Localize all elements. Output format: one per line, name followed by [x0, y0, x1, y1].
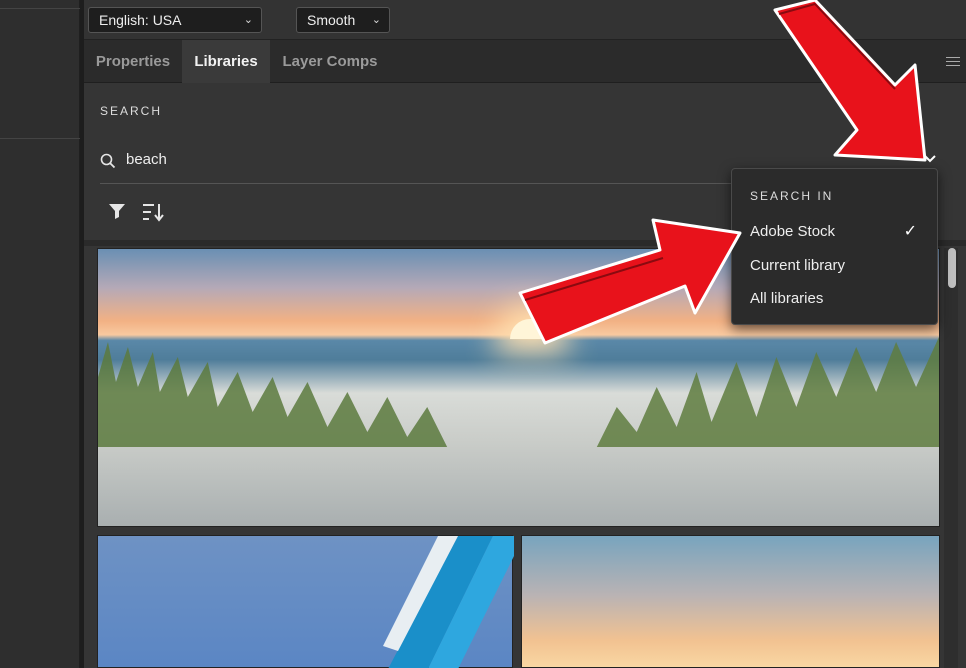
divider — [0, 9, 80, 139]
chevron-down-icon: ⌄ — [371, 14, 381, 26]
panel-tabs: Properties Libraries Layer Comps — [84, 40, 966, 83]
grass-shape — [98, 337, 939, 447]
result-image-sail[interactable] — [97, 535, 514, 668]
result-image-sunset-sea[interactable] — [521, 535, 940, 668]
menu-item-adobe-stock[interactable]: Adobe Stock — [750, 223, 835, 240]
tab-properties[interactable]: Properties — [84, 40, 182, 83]
results-scrollbar[interactable] — [944, 248, 958, 668]
tab-label: Libraries — [194, 53, 258, 70]
tab-layer-comps[interactable]: Layer Comps — [270, 40, 390, 83]
tab-libraries[interactable]: Libraries — [182, 40, 270, 83]
tab-label: Layer Comps — [282, 53, 378, 70]
sail-shape — [383, 536, 514, 668]
photoshop-window: English: USA ⌄ aa Smooth ⌄ Properties Li… — [0, 0, 966, 668]
search-input[interactable] — [126, 151, 726, 168]
sun-shape — [510, 319, 554, 339]
language-select-value: English: USA — [99, 12, 182, 28]
clear-icon[interactable]: × — [903, 149, 912, 166]
chevron-down-icon[interactable] — [924, 150, 936, 166]
workspace-left-strip — [0, 0, 80, 668]
anti-alias-select[interactable]: Smooth ⌄ — [296, 7, 390, 33]
divider — [0, 0, 80, 9]
search-icon — [100, 153, 116, 174]
anti-alias-select-value: Smooth — [307, 12, 356, 28]
filter-icon[interactable] — [108, 202, 126, 225]
scroll-thumb[interactable] — [948, 248, 956, 288]
tab-label: Properties — [95, 53, 171, 70]
checkmark-icon: ✓ — [903, 223, 917, 240]
chevron-down-icon: ⌄ — [243, 14, 253, 26]
search-heading: SEARCH — [100, 104, 163, 118]
options-bar: English: USA ⌄ aa Smooth ⌄ — [84, 0, 966, 40]
menu-item-current-library[interactable]: Current library — [750, 257, 845, 274]
search-in-dropdown: SEARCH IN Adobe Stock ✓ Current library … — [731, 168, 938, 325]
menu-item-all-libraries[interactable]: All libraries — [750, 290, 823, 307]
panel-menu-icon[interactable] — [946, 57, 960, 69]
sort-icon[interactable] — [142, 202, 164, 227]
language-select[interactable]: English: USA ⌄ — [88, 7, 262, 33]
search-in-heading: SEARCH IN — [750, 189, 834, 203]
